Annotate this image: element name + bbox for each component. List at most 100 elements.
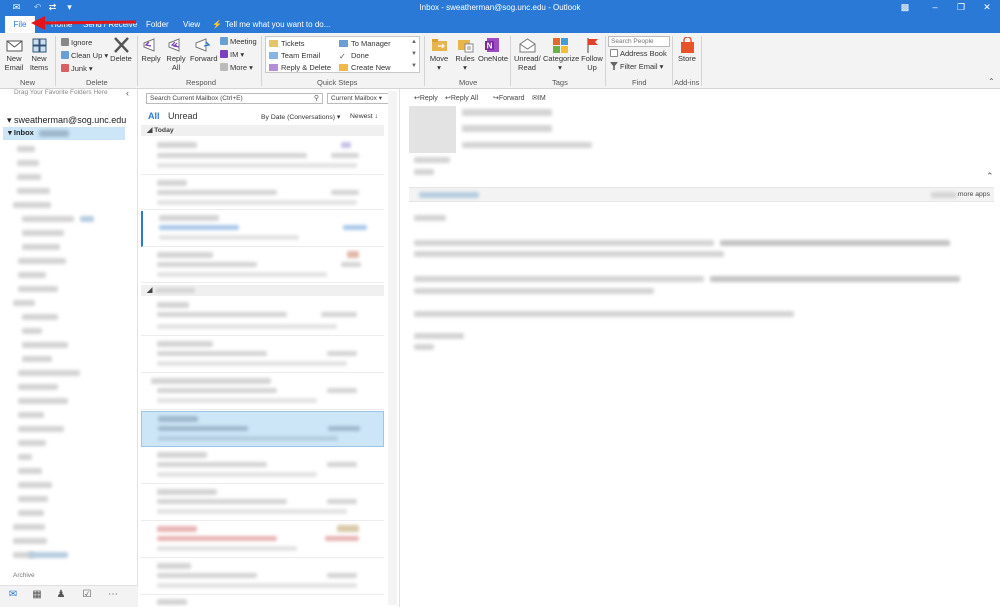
reply-button[interactable]: Reply [141,37,161,63]
folder-item[interactable] [18,496,48,502]
gallery-more-icon[interactable]: ▼ [411,63,417,69]
quick-step-reply-delete[interactable]: Reply & Delete [269,63,331,72]
tab-send-receive[interactable]: Send / Receive [80,16,140,33]
gallery-up-icon[interactable]: ▲ [411,39,417,45]
new-items-button[interactable]: New Items [28,37,50,72]
unread-read-button[interactable]: Unread/ Read [514,37,541,72]
message-item[interactable] [141,211,384,247]
filter-email-button[interactable]: Filter Email ▾ [610,62,663,72]
folder-item[interactable] [22,230,64,236]
folder-item[interactable] [18,482,52,488]
message-item[interactable] [141,448,384,484]
group-header[interactable]: ◢ [141,285,384,296]
gallery-down-icon[interactable]: ▼ [411,51,417,57]
delete-button[interactable]: Delete [109,37,133,63]
message-item[interactable] [141,138,384,175]
calendar-icon[interactable]: ▦ [28,586,46,603]
folder-item[interactable] [18,384,58,390]
move-button[interactable]: Move ▾ [428,37,450,72]
collapse-ribbon-icon[interactable]: ⌃ [988,77,995,86]
sort-order-toggle[interactable]: Newest ↓ [350,113,378,120]
message-item[interactable] [141,559,384,595]
tab-home[interactable]: Home [48,16,75,33]
folder-item[interactable] [22,244,60,250]
message-list-scrollbar[interactable] [388,91,397,605]
folder-item[interactable] [18,440,46,446]
mail-icon[interactable]: ✉ [4,586,22,603]
reply-all-button[interactable]: Reply All [166,37,186,72]
forward-button[interactable]: Forward [190,37,218,63]
quick-step-tickets[interactable]: Tickets [269,39,304,48]
tell-me-input[interactable]: Tell me what you want to do... [222,16,333,33]
filter-unread[interactable]: Unread [168,111,198,121]
sort-by-dropdown[interactable]: By Date (Conversations) ▾ [261,113,340,121]
quick-step-to-manager[interactable]: To Manager [339,39,391,48]
folder-item[interactable] [18,286,58,292]
folder-item[interactable] [13,538,47,544]
reading-im-button[interactable]: ✉IM [532,94,546,102]
meeting-button[interactable]: Meeting [220,37,257,47]
folder-item[interactable] [18,398,68,404]
search-people-input[interactable] [608,36,670,47]
folder-item[interactable] [17,174,41,180]
message-item[interactable] [141,337,384,373]
quick-step-team-email[interactable]: Team Email [269,51,320,60]
junk-button[interactable]: Junk ▾ [61,64,93,74]
message-item[interactable] [141,298,384,336]
search-scope-dropdown[interactable]: Current Mailbox ▾ [327,93,395,104]
message-item-selected[interactable] [141,411,384,447]
people-icon[interactable]: ♟ [52,586,70,603]
store-button[interactable]: Store [676,37,698,63]
address-book-button[interactable]: Address Book [610,49,667,59]
message-item[interactable] [141,374,384,410]
addin-link[interactable] [419,192,479,198]
folder-item[interactable] [22,216,74,222]
reading-reply-all-button[interactable]: ↩Reply All [445,94,478,102]
folder-item[interactable] [18,258,66,264]
ignore-button[interactable]: Ignore [61,38,92,48]
mailbox-search[interactable]: Search Current Mailbox (Ctrl+E) ⚲ [146,93,323,104]
more-apps-icon[interactable]: ⋯ [104,586,122,603]
collapse-pane-icon[interactable]: ‹ [126,88,129,98]
account-header[interactable]: ▾ sweatherman@sog.unc.edu [7,115,126,126]
message-item[interactable] [141,596,384,607]
message-item[interactable] [141,248,384,283]
ribbon-options-icon[interactable]: ▩ [898,1,912,14]
follow-up-button[interactable]: Follow Up [580,37,604,72]
group-header-today[interactable]: ◢ Today [141,125,384,136]
folder-item[interactable] [17,160,39,166]
filter-all[interactable]: All [148,111,160,121]
folder-item[interactable] [22,328,42,334]
folder-item[interactable] [18,370,80,376]
reading-forward-button[interactable]: ↪Forward [493,94,525,102]
addin-icons[interactable] [931,192,957,198]
collapse-header-icon[interactable]: ⌃ [986,171,994,182]
clean-up-button[interactable]: Clean Up ▾ [61,51,108,61]
tab-folder[interactable]: Folder [143,16,172,33]
more-apps-link[interactable]: more apps [958,191,990,198]
onenote-button[interactable]: N OneNote [478,37,508,63]
reading-reply-button[interactable]: ↩Reply [414,94,438,102]
folder-item[interactable] [18,454,32,460]
minimize-icon[interactable]: – [928,1,942,14]
more-button[interactable]: More ▾ [220,63,253,73]
folder-item[interactable] [22,342,68,348]
restore-icon[interactable]: ❐ [954,1,968,14]
folder-item[interactable] [13,524,45,530]
search-icon[interactable]: ⚲ [314,94,319,103]
tab-view[interactable]: View [180,16,203,33]
categorize-button[interactable]: Categorize ▾ [543,37,579,72]
folder-item[interactable] [18,468,42,474]
tab-file[interactable]: File [5,16,35,33]
folder-item[interactable] [22,314,58,320]
tasks-icon[interactable]: ☑ [78,586,96,603]
rules-button[interactable]: Rules ▾ [454,37,476,72]
message-item[interactable] [141,485,384,521]
quick-step-done[interactable]: ✓ Done [339,51,369,61]
folder-archive[interactable]: Archive [13,572,35,579]
folder-item[interactable] [18,426,64,432]
folder-inbox[interactable]: ▾ Inbox [3,127,125,140]
folder-item[interactable] [18,272,46,278]
folder-item[interactable] [18,510,44,516]
quick-step-create-new[interactable]: Create New [339,63,391,72]
